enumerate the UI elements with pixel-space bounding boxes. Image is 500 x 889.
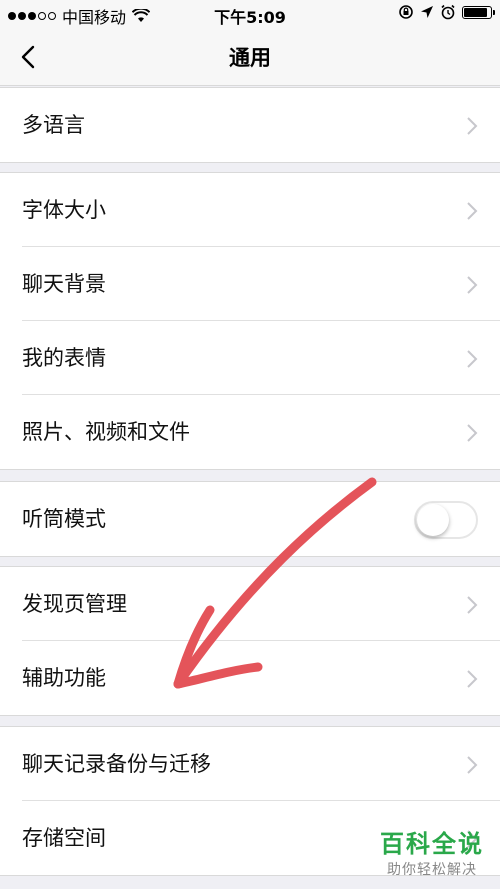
chevron-right-icon bbox=[467, 756, 478, 774]
status-right bbox=[398, 4, 495, 20]
battery-fill bbox=[464, 7, 488, 17]
row-label: 听筒模式 bbox=[22, 507, 106, 531]
settings-row-accessibility[interactable]: 辅助功能 bbox=[0, 641, 500, 715]
earpiece-mode-toggle[interactable] bbox=[414, 501, 478, 539]
settings-row-language[interactable]: 多语言 bbox=[0, 88, 500, 162]
watermark-subtitle: 助你轻松解决 bbox=[387, 862, 477, 878]
settings-row-font-size[interactable]: 字体大小 bbox=[0, 173, 500, 247]
row-label: 聊天背景 bbox=[22, 272, 106, 296]
row-label: 聊天记录备份与迁移 bbox=[22, 752, 211, 776]
row-label: 存储空间 bbox=[22, 826, 106, 850]
location-icon bbox=[421, 6, 433, 18]
row-label: 辅助功能 bbox=[22, 666, 106, 690]
settings-group-features: 发现页管理 辅助功能 bbox=[0, 566, 500, 716]
settings-row-chat-backup[interactable]: 聊天记录备份与迁移 bbox=[0, 727, 500, 801]
settings-row-chat-background[interactable]: 聊天背景 bbox=[0, 247, 500, 321]
settings-group-display: 字体大小 聊天背景 我的表情 照片、视频和文件 bbox=[0, 172, 500, 470]
settings-row-earpiece-mode: 听筒模式 bbox=[0, 482, 500, 556]
row-label: 照片、视频和文件 bbox=[22, 420, 190, 444]
orientation-lock-icon bbox=[399, 5, 413, 19]
toggle-knob bbox=[417, 504, 449, 536]
chevron-right-icon bbox=[467, 276, 478, 294]
watermark-logo: 百科全说 助你轻松解决 bbox=[380, 824, 484, 879]
page-title: 通用 bbox=[229, 46, 271, 70]
chevron-right-icon bbox=[467, 350, 478, 368]
chevron-right-icon bbox=[467, 596, 478, 614]
nav-bar: 通用 bbox=[0, 28, 500, 86]
status-bar: 中国移动 下午5:09 bbox=[0, 0, 500, 28]
settings-group-earpiece: 听筒模式 bbox=[0, 481, 500, 557]
alarm-icon bbox=[441, 4, 455, 20]
chevron-right-icon bbox=[467, 424, 478, 442]
row-label: 多语言 bbox=[22, 113, 85, 137]
chevron-right-icon bbox=[467, 117, 478, 135]
settings-group-language: 多语言 bbox=[0, 87, 500, 163]
row-label: 发现页管理 bbox=[22, 592, 127, 616]
watermark-title: 百科全说 bbox=[380, 830, 484, 858]
row-label: 我的表情 bbox=[22, 346, 106, 370]
settings-row-my-stickers[interactable]: 我的表情 bbox=[0, 321, 500, 395]
settings-row-discover-manage[interactable]: 发现页管理 bbox=[0, 567, 500, 641]
settings-row-photos-videos-files[interactable]: 照片、视频和文件 bbox=[0, 395, 500, 469]
battery-icon bbox=[462, 5, 495, 19]
chevron-right-icon bbox=[467, 670, 478, 688]
chevron-right-icon bbox=[467, 202, 478, 220]
row-label: 字体大小 bbox=[22, 198, 106, 222]
